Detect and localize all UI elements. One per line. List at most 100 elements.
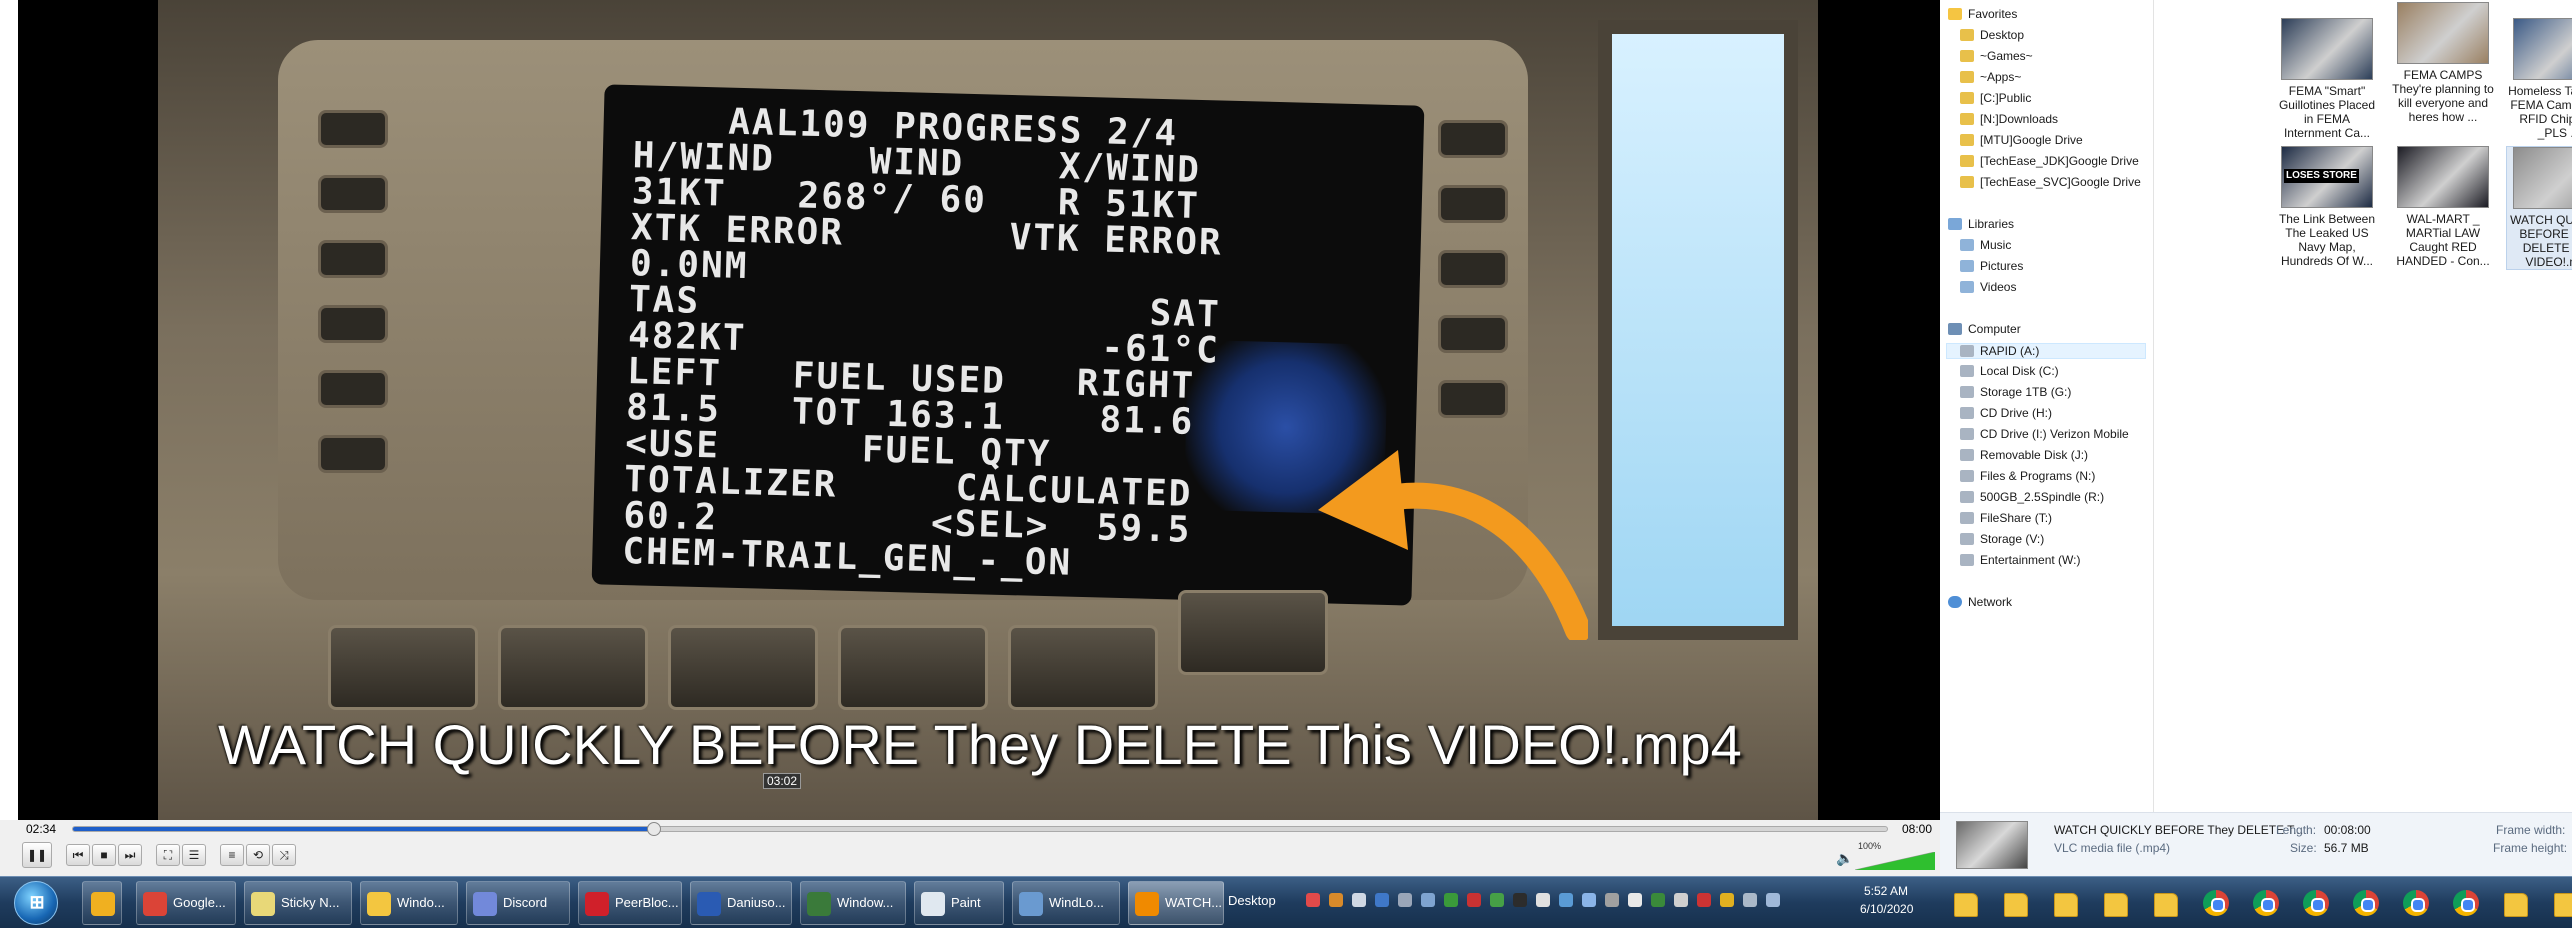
folder-pin-icon[interactable] bbox=[1994, 881, 2038, 925]
extended-settings-button[interactable]: ☰ bbox=[182, 844, 206, 866]
chrome-pin-icon[interactable] bbox=[2394, 881, 2438, 925]
tray-icon[interactable] bbox=[1329, 893, 1343, 907]
tray-icon[interactable] bbox=[1513, 893, 1527, 907]
drive-item[interactable]: 500GB_2.5Spindle (R:) bbox=[1960, 490, 2104, 504]
drive-item[interactable]: Files & Programs (N:) bbox=[1960, 469, 2095, 483]
tray-icon[interactable] bbox=[1743, 893, 1757, 907]
lib-item[interactable]: Pictures bbox=[1960, 259, 2023, 273]
clock-time[interactable]: 5:52 AM bbox=[1864, 884, 1908, 898]
volume-slider[interactable] bbox=[1855, 852, 1935, 870]
drive-item[interactable]: FileShare (T:) bbox=[1960, 511, 2052, 525]
fullscreen-button[interactable]: ⛶ bbox=[156, 844, 180, 866]
tray-icon[interactable] bbox=[1605, 893, 1619, 907]
tray-icon[interactable] bbox=[1536, 893, 1550, 907]
lib-item[interactable]: Videos bbox=[1960, 280, 2016, 294]
folder-pin-icon[interactable] bbox=[2544, 881, 2572, 925]
fav-item[interactable]: [TechEase_SVC]Google Drive bbox=[1960, 175, 2141, 189]
folder-pin-icon[interactable] bbox=[2044, 881, 2088, 925]
tray-icon[interactable] bbox=[1628, 893, 1642, 907]
tray-icon[interactable] bbox=[1766, 893, 1780, 907]
file-item[interactable]: LOSES STORE The Link Between The Leaked U… bbox=[2274, 146, 2380, 268]
taskbar-item[interactable]: WATCH... bbox=[1128, 881, 1224, 925]
taskbar-item[interactable]: Google... bbox=[136, 881, 236, 925]
fav-item[interactable]: Desktop bbox=[1960, 28, 2024, 42]
fav-item[interactable]: ~Apps~ bbox=[1960, 70, 2021, 84]
tray-icon[interactable] bbox=[1720, 893, 1734, 907]
file-item[interactable]: Homeless Taken to FEMA Camps and RFID Ch… bbox=[2506, 18, 2572, 140]
fav-item[interactable]: [N:]Downloads bbox=[1960, 112, 2058, 126]
chrome-pin-icon[interactable] bbox=[2444, 881, 2488, 925]
tray-icon[interactable] bbox=[1467, 893, 1481, 907]
details-size-value: 56.7 MB bbox=[2324, 841, 2369, 855]
tray-icon[interactable] bbox=[1398, 893, 1412, 907]
drive-item[interactable]: CD Drive (I:) Verizon Mobile bbox=[1960, 427, 2129, 441]
desktop-toolbar[interactable]: Desktop bbox=[1228, 893, 1276, 908]
lib-item[interactable]: Music bbox=[1960, 238, 2011, 252]
drive-item[interactable]: CD Drive (H:) bbox=[1960, 406, 2052, 420]
tray-icon[interactable] bbox=[1651, 893, 1665, 907]
chrome-pin-icon[interactable] bbox=[2294, 881, 2338, 925]
nav-libraries[interactable]: Libraries bbox=[1948, 217, 2014, 231]
tray-icon[interactable] bbox=[1490, 893, 1504, 907]
playlist-button[interactable]: ≡ bbox=[220, 844, 244, 866]
seek-handle[interactable] bbox=[647, 822, 662, 836]
chrome-pin-icon[interactable] bbox=[2344, 881, 2388, 925]
taskbar-item[interactable]: PeerBloc... bbox=[578, 881, 682, 925]
folder-pin-icon[interactable] bbox=[2494, 881, 2538, 925]
library-folder-icon bbox=[1960, 239, 1974, 251]
taskbar-item[interactable]: Window... bbox=[800, 881, 906, 925]
stop-button[interactable]: ■ bbox=[92, 844, 116, 866]
nav-network[interactable]: Network bbox=[1948, 595, 2012, 609]
file-item[interactable]: WAL-MART _ MARTial LAW Caught RED HANDED… bbox=[2390, 146, 2496, 268]
nav-favorites[interactable]: Favorites bbox=[1948, 7, 2017, 21]
drive-item[interactable]: Local Disk (C:) bbox=[1960, 364, 2059, 378]
shuffle-button[interactable]: ⤨ bbox=[272, 844, 296, 866]
drive-item[interactable]: Removable Disk (J:) bbox=[1960, 448, 2088, 462]
drive-label: CD Drive (H:) bbox=[1980, 406, 2052, 420]
taskbar-item[interactable]: WindLo... bbox=[1012, 881, 1120, 925]
speaker-icon[interactable]: 🔈 bbox=[1836, 850, 1853, 867]
drive-item[interactable]: RAPID (A:) bbox=[1946, 343, 2146, 359]
folder-pin-icon[interactable] bbox=[2144, 881, 2188, 925]
chrome-pin-icon[interactable] bbox=[2244, 881, 2288, 925]
seek-slider[interactable] bbox=[72, 822, 1888, 836]
taskbar-item[interactable]: Daniuso... bbox=[690, 881, 792, 925]
apps-grid-button[interactable] bbox=[82, 881, 122, 925]
drive-item[interactable]: Storage 1TB (G:) bbox=[1960, 385, 2071, 399]
pause-button[interactable]: ❚❚ bbox=[22, 842, 52, 868]
tray-icon[interactable] bbox=[1697, 893, 1711, 907]
nav-computer[interactable]: Computer bbox=[1948, 322, 2021, 336]
taskbar-item[interactable]: Windo... bbox=[360, 881, 458, 925]
file-item[interactable]: WATCH QUICKLY BEFORE They DELETE This VI… bbox=[2506, 146, 2572, 270]
tray-icon[interactable] bbox=[1352, 893, 1366, 907]
tray-icon[interactable] bbox=[1559, 893, 1573, 907]
file-item[interactable]: FEMA CAMPS They're planning to kill ever… bbox=[2390, 2, 2496, 124]
fav-item[interactable]: [MTU]Google Drive bbox=[1960, 133, 2083, 147]
drive-item[interactable]: Storage (V:) bbox=[1960, 532, 2044, 546]
fav-item[interactable]: [TechEase_JDK]Google Drive bbox=[1960, 154, 2139, 168]
drive-item[interactable]: Entertainment (W:) bbox=[1960, 553, 2080, 567]
taskbar-item[interactable]: Discord bbox=[466, 881, 570, 925]
prev-button[interactable]: ⏮ bbox=[66, 844, 90, 866]
fav-item[interactable]: [C:]Public bbox=[1960, 91, 2031, 105]
file-item[interactable]: FEMA "Smart" Guillotines Placed in FEMA … bbox=[2274, 18, 2380, 140]
taskbar-item-label: Google... bbox=[173, 895, 226, 910]
fav-item[interactable]: ~Games~ bbox=[1960, 49, 2033, 63]
folder-pin-icon[interactable] bbox=[2094, 881, 2138, 925]
chrome-pin-icon[interactable] bbox=[2194, 881, 2238, 925]
tray-icon[interactable] bbox=[1306, 893, 1320, 907]
next-button[interactable]: ⏭ bbox=[118, 844, 142, 866]
app-icon bbox=[473, 892, 497, 916]
tray-icon[interactable] bbox=[1444, 893, 1458, 907]
tray-icon[interactable] bbox=[1421, 893, 1435, 907]
taskbar-item[interactable]: Sticky N... bbox=[244, 881, 352, 925]
clock-date[interactable]: 6/10/2020 bbox=[1860, 902, 1913, 916]
loop-button[interactable]: ⟲ bbox=[246, 844, 270, 866]
tray-icon[interactable] bbox=[1582, 893, 1596, 907]
taskbar-item[interactable]: Paint bbox=[914, 881, 1004, 925]
tray-icon[interactable] bbox=[1375, 893, 1389, 907]
video-area[interactable]: AAL109 PROGRESS 2/4 H/WIND WIND X/WIND 31K… bbox=[18, 0, 1940, 820]
folder-pin-icon[interactable] bbox=[1944, 881, 1988, 925]
start-button[interactable]: ⊞ bbox=[14, 881, 58, 925]
tray-icon[interactable] bbox=[1674, 893, 1688, 907]
